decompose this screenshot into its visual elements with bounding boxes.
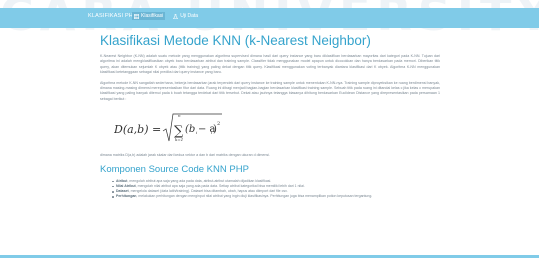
algorithm-paragraph: Algoritma metode K-NN sangatlah sederhan…	[100, 80, 440, 101]
top-navbar: KLASIFIKASI PHP Klasifikasi Uji Data	[0, 8, 539, 28]
component-desc: , mengolah atribut apa saja yang ada pad…	[127, 178, 272, 183]
component-desc: , melakukan perhitungan dengan menginput…	[136, 194, 373, 199]
table-icon	[133, 13, 140, 19]
nav-menu: Klasifikasi Uji Data	[132, 12, 200, 20]
formula-explanation: dimana matriks D(a,b) adalah jarak skala…	[100, 153, 270, 158]
svg-text:k=1: k=1	[175, 137, 183, 142]
component-name: Perhitungan	[116, 194, 137, 199]
main-content: Klasifikasi Metode KNN (k-Nearest Neighb…	[100, 33, 440, 199]
svg-text:D(a,b) =: D(a,b) =	[114, 123, 161, 136]
nav-item-label: Uji Data	[180, 13, 199, 19]
list-item: Perhitungan, melakukan perhitungan denga…	[112, 194, 440, 199]
component-name: Dataset	[116, 189, 129, 194]
page-title: Klasifikasi Metode KNN (k-Nearest Neighb…	[100, 33, 371, 48]
component-desc: , mengelola dataset (data latih/training…	[128, 189, 288, 194]
nav-item-label: Klasifikasi	[141, 13, 164, 19]
component-name: Atribut	[116, 178, 128, 183]
nav-item-klasifikasi[interactable]: Klasifikasi	[132, 12, 166, 20]
intro-paragraph: K-Nearest Neighbor (K-NN) adalah suatu m…	[100, 54, 440, 75]
component-list: Atribut, mengolah atribut apa saja yang …	[112, 179, 440, 200]
component-name: Nilai Atribut	[116, 183, 136, 188]
svg-text:2: 2	[217, 121, 220, 127]
svg-text:(b: (b	[185, 124, 195, 135]
navbar-brand[interactable]: KLASIFIKASI PHP	[88, 13, 137, 19]
section-subtitle: Komponen Source Code KNN PHP	[100, 163, 249, 175]
footer-bar	[0, 255, 539, 258]
formula-graphic: D(a,b) = n ∑ k=1 (b i − a i ) 2	[114, 113, 222, 142]
svg-text:n: n	[178, 113, 181, 118]
flask-icon	[173, 13, 179, 19]
component-desc: , mengolah nilai atribut apa saja yang a…	[135, 183, 305, 188]
euclidean-distance-formula: D(a,b) = n ∑ k=1 (b i − a i ) 2	[114, 110, 440, 148]
nav-item-uji-data[interactable]: Uji Data	[171, 12, 200, 20]
